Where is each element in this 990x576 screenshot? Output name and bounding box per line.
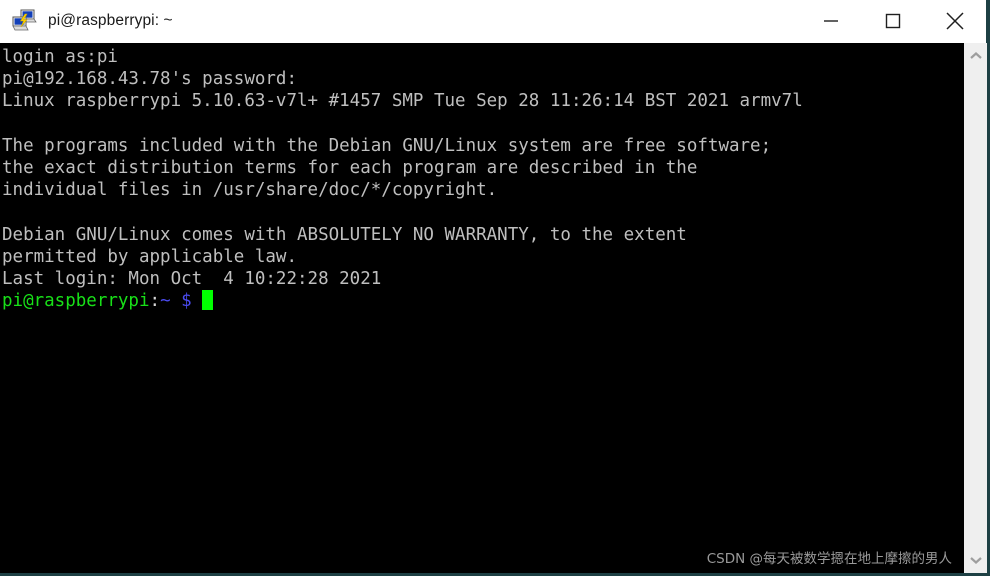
putty-computers-icon [12,9,38,33]
scrollbar-up-button[interactable] [964,43,987,69]
terminal-line: login as:pi [2,47,118,67]
terminal-line: Last login: Mon Oct 4 10:22:28 2021 [2,268,382,289]
close-icon [946,12,964,30]
minimize-button[interactable] [800,0,862,43]
terminal-prompt-line: pi@raspberrypi:~ $ [2,290,964,312]
maximize-icon [885,13,901,29]
window-title: pi@raspberrypi: ~ [48,12,173,29]
scrollbar-down-button[interactable] [964,547,987,573]
prompt-separator: : [149,291,161,312]
maximize-button[interactable] [862,0,924,43]
chevron-down-icon [969,557,982,564]
close-button[interactable] [924,0,986,43]
window-controls [800,0,986,43]
screenshot-root: pi@raspberrypi: ~ login as:pi pi@192.168… [0,0,990,576]
prompt-path: ~ [160,291,171,312]
terminal-line: the exact distribution terms for each pr… [2,157,698,178]
prompt-user-host: pi@raspberrypi [2,291,150,312]
prompt-symbol: $ [181,291,192,312]
terminal-line: Debian GNU/Linux comes with ABSOLUTELY N… [2,224,687,245]
terminal-scrollbar[interactable] [964,43,987,573]
window-titlebar[interactable]: pi@raspberrypi: ~ [0,0,986,43]
terminal-line: Linux raspberrypi 5.10.63-v7l+ #1457 SMP… [2,91,803,112]
terminal-line: individual files in /usr/share/doc/*/cop… [2,180,498,201]
putty-terminal-window: pi@raspberrypi: ~ login as:pi pi@192.168… [0,0,990,576]
csdn-watermark: CSDN @每天被数学摁在地上摩擦的男人 [706,551,952,567]
scrollbar-track[interactable] [964,69,987,547]
terminal-line: pi@192.168.43.78's password: [2,69,298,90]
titlebar-left-group: pi@raspberrypi: ~ [0,9,800,33]
terminal-line: permitted by applicable law. [2,246,298,267]
minimize-icon [824,20,838,22]
terminal-line: The programs included with the Debian GN… [2,135,772,156]
terminal-output-area[interactable]: login as:pi pi@192.168.43.78's password:… [0,43,964,573]
terminal-cursor [202,290,213,311]
window-body: login as:pi pi@192.168.43.78's password:… [0,43,987,573]
prompt-space-2 [192,291,203,311]
chevron-up-icon [969,52,982,59]
